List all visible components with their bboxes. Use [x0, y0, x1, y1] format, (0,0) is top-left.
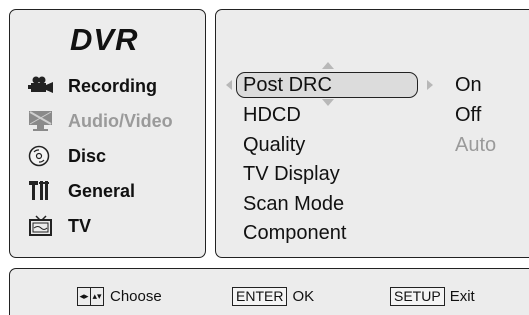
menu-item-label: Disc — [68, 145, 107, 166]
choose-label: Choose — [110, 288, 162, 305]
tv-icon — [28, 215, 54, 237]
menu-item-audio-video[interactable]: Audio/Video — [28, 108, 173, 134]
disc-icon — [28, 145, 54, 167]
option-post-drc[interactable]: Post DRC — [243, 74, 332, 97]
enter-key: ENTER — [232, 287, 288, 306]
option-value-post-drc[interactable]: On — [455, 74, 482, 97]
audio-video-icon — [28, 110, 54, 132]
scroll-up-arrow-icon — [322, 62, 334, 69]
menu-item-label: TV — [68, 215, 92, 236]
menu-item-recording[interactable]: Recording — [28, 73, 157, 99]
right-arrow-icon — [427, 80, 433, 90]
enter-hint: ENTER OK — [232, 287, 314, 306]
exit-label: Exit — [449, 288, 475, 305]
menu-item-label: Audio/Video — [68, 110, 173, 131]
menu-item-label: Recording — [68, 75, 158, 96]
option-value-quality: Auto — [455, 134, 497, 156]
camcorder-icon — [28, 75, 54, 97]
setup-key: SETUP — [390, 287, 445, 306]
menu-title: DVR — [70, 22, 139, 57]
scroll-down-arrow-icon — [322, 99, 334, 106]
navigation-keys-icon: ◂▸ ▴▾ — [77, 287, 104, 306]
option-scan-mode[interactable]: Scan Mode — [243, 193, 344, 216]
left-arrow-icon — [226, 80, 232, 90]
option-hdcd[interactable]: HDCD — [243, 104, 301, 127]
menu-item-label: General — [68, 180, 136, 201]
choose-hint: ◂▸ ▴▾ Choose — [77, 287, 162, 306]
option-value-hdcd[interactable]: Off — [455, 104, 481, 127]
option-component[interactable]: Component — [243, 222, 346, 245]
tools-icon — [28, 180, 54, 202]
option-tv-display[interactable]: TV Display — [243, 163, 340, 186]
option-quality[interactable]: Quality — [243, 134, 305, 157]
menu-item-disc[interactable]: Disc — [28, 143, 106, 169]
setup-hint: SETUP Exit — [390, 287, 475, 306]
ok-label: OK — [292, 288, 315, 305]
menu-item-tv[interactable]: TV — [28, 213, 91, 239]
menu-item-general[interactable]: General — [28, 178, 135, 204]
